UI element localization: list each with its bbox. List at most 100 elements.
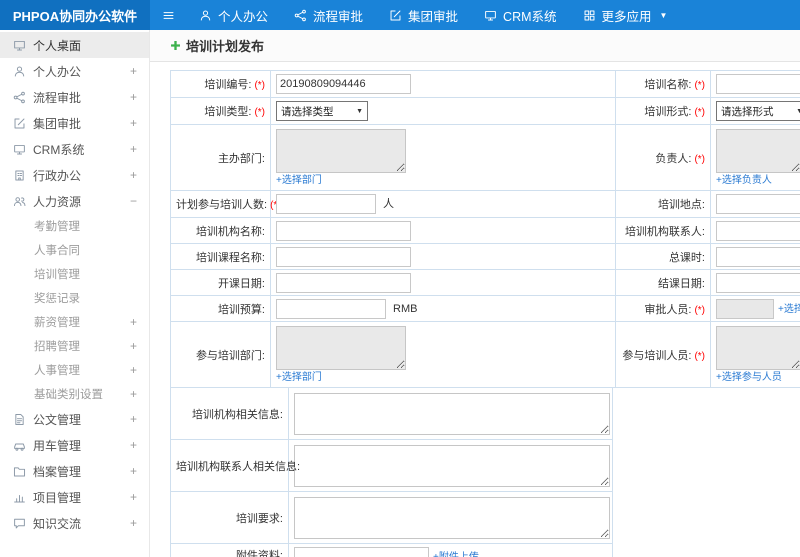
sidebar-subitem-salary-mgmt[interactable]: 薪资管理 +: [0, 310, 149, 334]
join-dept-label: 参与培训部门:: [195, 349, 265, 362]
user-icon: [13, 65, 26, 78]
expand-sign: +: [129, 142, 137, 156]
expand-sign: +: [129, 168, 137, 182]
menu-toggle-button[interactable]: [150, 0, 186, 30]
expand-sign: +: [129, 412, 137, 426]
sidebar-subitem-reward-punishment[interactable]: 奖惩记录: [0, 286, 149, 310]
end-date-input[interactable]: [716, 272, 800, 293]
nav-item-label: 个人办公: [218, 9, 269, 24]
car-icon: [13, 439, 26, 452]
select-participants-link[interactable]: +选择参与人员: [716, 372, 782, 383]
select-dept-link[interactable]: +选择部门: [276, 175, 322, 186]
nav-item-personal-office[interactable]: 个人办公: [186, 0, 281, 30]
desktop-icon: [13, 39, 26, 52]
select-dept-link[interactable]: +选择部门: [276, 372, 322, 383]
attachment-input[interactable]: [294, 547, 429, 557]
host-dept-textarea[interactable]: [276, 128, 406, 173]
sidebar-subitem-basic-category-settings[interactable]: 基础类别设置 +: [0, 382, 149, 406]
sidebar-subitem-label: 人事合同: [34, 245, 80, 257]
unit-rmb: RMB: [393, 302, 418, 315]
sidebar-item-admin-office[interactable]: 行政办公 +: [0, 162, 149, 188]
sidebar-item-label: 人力资源: [33, 194, 82, 209]
join-dept-textarea[interactable]: [276, 325, 406, 370]
total-hours-label: 总课时:: [668, 251, 705, 264]
planned-count-input[interactable]: [276, 194, 376, 214]
training-number-label: 培训编号:: [204, 79, 252, 91]
sidebar-item-personal-desktop[interactable]: 个人桌面: [0, 32, 149, 58]
sidebar-item-label: 个人桌面: [33, 38, 82, 53]
sidebar-subitem-personnel-mgmt[interactable]: 人事管理 +: [0, 358, 149, 382]
nav-item-label: 集团审批: [408, 9, 459, 24]
training-type-label: 培训类型:: [204, 106, 252, 118]
form-table-upper: 培训编号:(*) 培训名称:(*) 培训类型:(*) 请选择类型▼ 培训形式:(…: [170, 70, 800, 388]
training-name-label: 培训名称:: [644, 79, 692, 91]
sidebar-item-knowledge-exchange[interactable]: 知识交流 +: [0, 510, 149, 536]
org-contact-info-textarea[interactable]: [294, 444, 610, 487]
join-people-label: 参与培训人员:: [622, 349, 692, 362]
org-name-label: 培训机构名称:: [195, 225, 265, 238]
sidebar-item-label: 集团审批: [33, 116, 82, 131]
nav-item-group-approval[interactable]: 集团审批: [376, 0, 471, 30]
required-mark: (*): [694, 153, 705, 165]
host-dept-label: 主办部门:: [217, 152, 265, 165]
sidebar-subitem-personnel-contract[interactable]: 人事合同: [0, 238, 149, 262]
required-mark: (*): [254, 80, 265, 91]
sidebar-item-personal-office[interactable]: 个人办公 +: [0, 58, 149, 84]
caret-down-icon: ▼: [659, 10, 668, 20]
training-plan-form: 培训编号:(*) 培训名称:(*) 培训类型:(*) 请选择类型▼ 培训形式:(…: [150, 62, 800, 557]
attachment-upload-link[interactable]: +附件上传: [433, 552, 479, 557]
nav-item-label: 流程审批: [313, 9, 364, 24]
sidebar-item-human-resources[interactable]: 人力资源 −: [0, 188, 149, 214]
budget-input[interactable]: [276, 298, 386, 319]
monitor-icon: [484, 9, 497, 22]
sidebar-item-group-approval[interactable]: 集团审批 +: [0, 110, 149, 136]
sidebar-item-document-mgmt[interactable]: 公文管理 +: [0, 406, 149, 432]
sidebar-subitem-recruitment-mgmt[interactable]: 招聘管理 +: [0, 334, 149, 358]
sidebar-item-archive-mgmt[interactable]: 档案管理 +: [0, 458, 149, 484]
sidebar-subitem-label: 薪资管理: [34, 317, 80, 329]
sidebar-item-crm[interactable]: CRM系统 +: [0, 136, 149, 162]
sidebar-item-project-mgmt[interactable]: 项目管理 +: [0, 484, 149, 510]
org-name-input[interactable]: [276, 220, 411, 241]
expand-sign: +: [129, 464, 137, 478]
total-hours-input[interactable]: [716, 246, 800, 267]
collapse-sign: −: [129, 194, 137, 208]
expand-sign: +: [129, 516, 137, 530]
nav-item-label: CRM系统: [503, 9, 557, 24]
user-icon: [199, 9, 212, 22]
leader-textarea[interactable]: [716, 128, 800, 173]
org-info-textarea[interactable]: [294, 392, 610, 435]
sidebar-subitem-training-mgmt[interactable]: 培训管理: [0, 262, 149, 286]
expand-sign: +: [129, 64, 137, 78]
nav-item-crm[interactable]: CRM系统: [471, 0, 569, 30]
select-leader-link[interactable]: +选择负责人: [716, 175, 772, 186]
sidebar-item-workflow-approval[interactable]: 流程审批 +: [0, 84, 149, 110]
sidebar: 个人桌面 个人办公 + 流程审批 + 集团审批 + CRM系统 + 行政办公 +: [0, 30, 150, 557]
app-logo: PHPOA协同办公软件: [0, 0, 150, 30]
required-mark: (*): [254, 107, 265, 118]
course-name-input[interactable]: [276, 246, 411, 267]
sidebar-item-label: 知识交流: [33, 516, 82, 531]
sidebar-subitem-attendance[interactable]: 考勤管理: [0, 214, 149, 238]
edit-square-icon: [389, 9, 402, 22]
selected-option: 请选择类型: [281, 105, 334, 118]
join-people-textarea[interactable]: [716, 325, 800, 370]
training-name-input[interactable]: [716, 74, 800, 94]
form-table-lower: 培训机构相关信息: 培训机构联系人相关信息: 培训要求: 附件资料: +附件上传: [170, 387, 613, 557]
training-mode-select[interactable]: 请选择形式 ▼: [716, 101, 800, 121]
caret-down-icon: ▼: [356, 107, 363, 115]
org-contact-input[interactable]: [716, 220, 800, 241]
approver-input[interactable]: [716, 298, 774, 319]
unit-person: 人: [383, 198, 394, 210]
chat-icon: [13, 517, 26, 530]
sidebar-item-vehicle-mgmt[interactable]: 用车管理 +: [0, 432, 149, 458]
requirement-textarea[interactable]: [294, 496, 610, 539]
nav-item-label: 更多应用: [601, 9, 652, 24]
start-date-input[interactable]: [276, 272, 411, 293]
nav-item-workflow-approval[interactable]: 流程审批: [281, 0, 376, 30]
nav-item-more-apps[interactable]: 更多应用 ▼: [570, 0, 681, 30]
training-type-select[interactable]: 请选择类型 ▼: [276, 101, 368, 121]
location-input[interactable]: [716, 194, 800, 214]
training-number-input[interactable]: [276, 74, 411, 94]
select-approver-link[interactable]: +选择审批人员: [778, 304, 800, 315]
